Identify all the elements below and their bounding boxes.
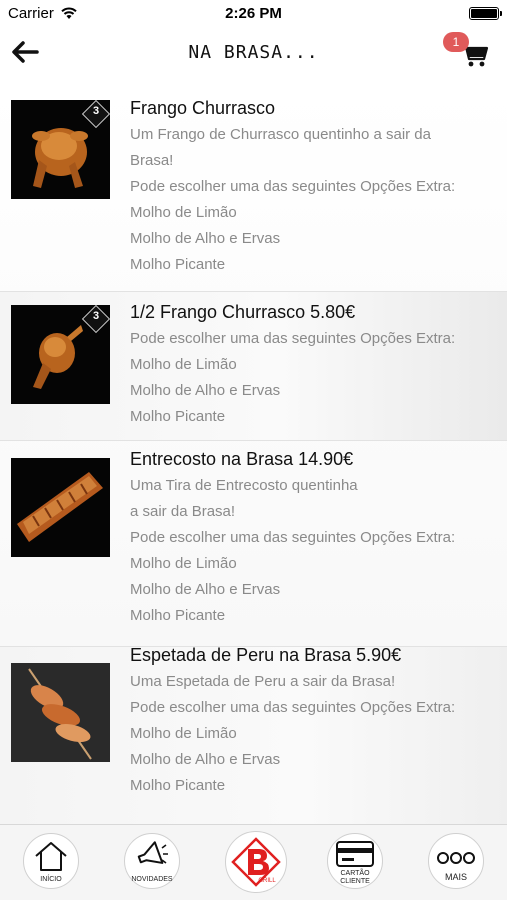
battery-icon [469, 7, 502, 20]
tab-label: CLIENTE [340, 878, 370, 885]
item-option: Molho Picante [130, 607, 226, 624]
item-description: Brasa! [130, 152, 174, 169]
item-option: Molho de Limão [130, 725, 237, 742]
item-image: 3 [11, 305, 110, 404]
item-image: 3 [11, 100, 110, 199]
tab-label: NOVIDADES [131, 876, 173, 883]
tab-label: CARTÃO [340, 870, 370, 877]
list-item[interactable]: Entrecosto na Brasa 14.90€ Uma Tira de E… [0, 441, 507, 645]
item-description: Um Frango de Churrasco quentinho a sair … [130, 126, 431, 143]
item-option: Molho de Limão [130, 204, 237, 221]
tab-cartao-cliente[interactable]: CARTÃO CLIENTE [327, 833, 383, 889]
item-image [11, 663, 110, 762]
tab-novidades[interactable]: NOVIDADES [124, 833, 180, 889]
tab-label: INÍCIO [40, 876, 62, 883]
tab-grill[interactable]: GRILL [225, 831, 287, 893]
item-option: Molho Picante [130, 256, 226, 273]
item-option: Molho Picante [130, 777, 226, 794]
item-description: Pode escolher uma das seguintes Opções E… [130, 178, 456, 195]
home-icon [35, 842, 67, 871]
item-title: Espetada de Peru na Brasa 5.90€ [130, 645, 402, 665]
cart-count-badge: 1 [443, 32, 469, 52]
list-item[interactable]: 3 1/2 Frango Churrasco 5.80€ Pode escolh… [0, 292, 507, 440]
item-option: Molho de Alho e Ervas [130, 751, 281, 768]
cart-button[interactable]: 1 [443, 32, 493, 76]
status-bar: Carrier 2:26 PM [0, 0, 507, 26]
item-description: Pode escolher uma das seguintes Opções E… [130, 529, 456, 546]
item-description: Pode escolher uma das seguintes Opções E… [130, 699, 456, 716]
item-description: Uma Espetada de Peru a sair da Brasa! [130, 673, 396, 690]
item-description: Uma Tira de Entrecosto quentinha [130, 477, 358, 494]
item-option: Molho de Alho e Ervas [130, 581, 281, 598]
item-option: Molho de Alho e Ervas [130, 382, 281, 399]
tab-mais[interactable]: MAIS [428, 833, 484, 889]
tab-bar: INÍCIO NOVIDADES GRILL CARTÃO CLIENTE MA… [0, 824, 507, 900]
list-item[interactable]: Espetada de Peru na Brasa 5.90€ Uma Espe… [0, 645, 507, 824]
tab-label: MAIS [444, 872, 467, 882]
tab-inicio[interactable]: INÍCIO [23, 833, 79, 889]
page-title: NA BRASA... [188, 42, 319, 63]
item-title: Frango Churrasco [130, 98, 276, 118]
status-time: 2:26 PM [225, 5, 282, 22]
card-icon [336, 841, 374, 867]
item-option: Molho de Limão [130, 356, 237, 373]
item-title: 1/2 Frango Churrasco 5.80€ [130, 302, 356, 322]
list-item[interactable]: 3 Frango Churrasco Um Frango de Churrasc… [0, 84, 507, 290]
item-image [11, 458, 110, 557]
item-badge-number: 3 [92, 310, 100, 322]
item-description: Pode escolher uma das seguintes Opções E… [130, 330, 456, 347]
tab-label: GRILL [258, 878, 276, 884]
menu-list: 3 Frango Churrasco Um Frango de Churrasc… [0, 84, 507, 824]
item-badge-number: 3 [92, 105, 100, 117]
more-icon [437, 852, 475, 864]
nav-bar: NA BRASA... 1 [0, 26, 507, 84]
item-option: Molho Picante [130, 408, 226, 425]
item-option: Molho de Limão [130, 555, 237, 572]
item-description: a sair da Brasa! [130, 503, 236, 520]
item-title: Entrecosto na Brasa 14.90€ [130, 449, 354, 469]
megaphone-icon [137, 841, 168, 864]
item-option: Molho de Alho e Ervas [130, 230, 281, 247]
